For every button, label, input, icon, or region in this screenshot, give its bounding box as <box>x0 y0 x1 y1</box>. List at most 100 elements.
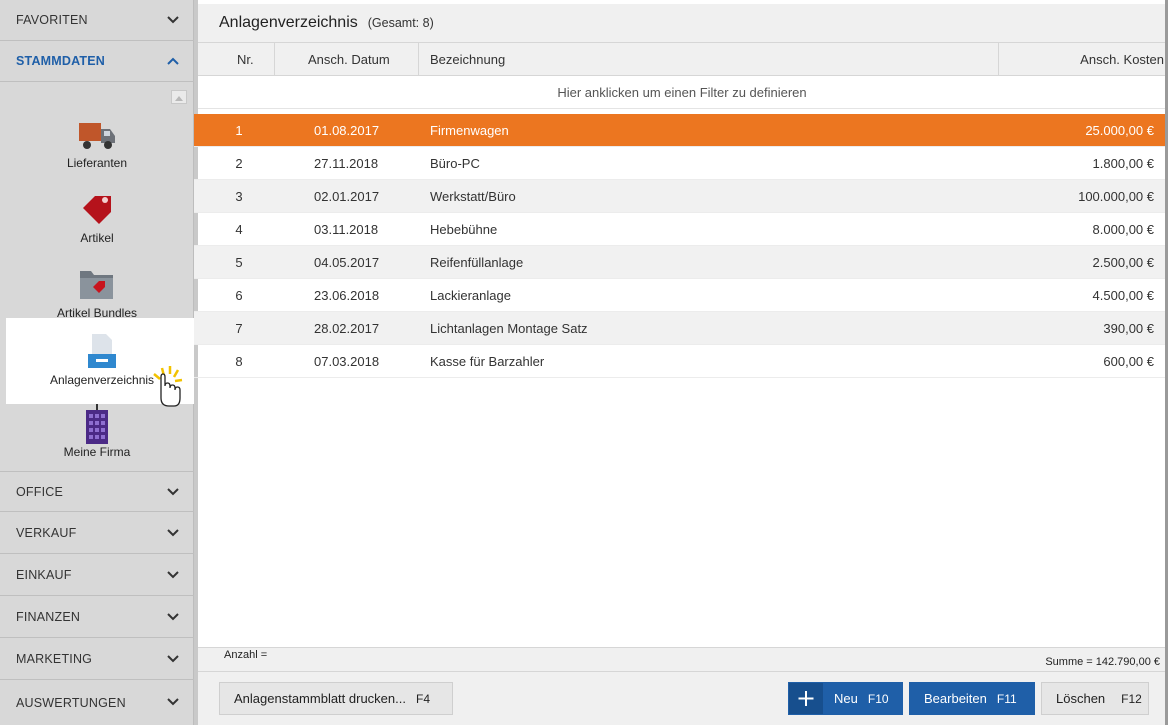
column-divider <box>998 43 999 76</box>
column-divider <box>418 43 419 76</box>
cell-datum: 01.08.2017 <box>314 123 380 138</box>
cell-kosten: 100.000,00 € <box>1078 189 1154 204</box>
cell-bezeichnung: Kasse für Barzahler <box>430 354 545 369</box>
section-finanzen[interactable]: FINANZEN <box>0 597 194 638</box>
cell-nr: 8 <box>235 354 243 369</box>
sidebar-item-label: Meine Firma <box>63 445 131 459</box>
section-favoriten[interactable]: FAVORITEN <box>0 0 194 41</box>
sidebar-item-artikel[interactable]: Artikel <box>0 187 194 262</box>
sidebar-item-meine-firma[interactable]: Meine Firma <box>0 404 194 479</box>
cell-datum: 28.02.2017 <box>314 321 380 336</box>
button-label: Neu <box>834 691 858 706</box>
cell-datum: 04.05.2017 <box>314 255 380 270</box>
edit-button[interactable]: Bearbeiten F11 <box>909 682 1035 715</box>
page-header: Anlagenverzeichnis (Gesamt: 8) <box>198 4 1166 42</box>
cell-bezeichnung: Werkstatt/Büro <box>430 189 516 204</box>
button-label: Anlagenstammblatt drucken... <box>234 691 406 706</box>
section-label: EINKAUF <box>16 568 72 582</box>
cell-nr: 3 <box>235 189 243 204</box>
cell-kosten: 390,00 € <box>1103 321 1154 336</box>
truck-icon <box>79 123 115 149</box>
section-label: VERKAUF <box>16 526 77 540</box>
table-row[interactable]: 8 07.03.2018 Kasse für Barzahler 600,00 … <box>194 345 1166 378</box>
shortcut-key: F4 <box>415 691 430 706</box>
delete-button[interactable]: Löschen F12 <box>1041 682 1149 715</box>
cell-kosten: 1.800,00 € <box>1092 156 1154 171</box>
table-row[interactable]: 7 28.02.2017 Lichtanlagen Montage Satz 3… <box>194 312 1166 345</box>
page-title: Anlagenverzeichnis <box>219 14 358 31</box>
column-header-nr[interactable]: Nr. <box>237 43 254 76</box>
cell-bezeichnung: Reifenfüllanlage <box>430 255 524 270</box>
chevron-down-icon <box>167 529 179 537</box>
chevron-down-icon <box>167 16 179 24</box>
column-header-bezeichnung[interactable]: Bezeichnung <box>430 43 505 76</box>
section-stammdaten[interactable]: STAMMDATEN <box>0 41 194 82</box>
sidebar-item-label: Lieferanten <box>66 156 128 170</box>
arrow-up-icon <box>175 96 183 101</box>
table-row[interactable]: 2 27.11.2018 Büro-PC 1.800,00 € <box>194 147 1166 180</box>
shortcut-key: F11 <box>996 691 1017 706</box>
record-count: (Gesamt: 8) <box>367 16 434 30</box>
cell-datum: 23.06.2018 <box>314 288 380 303</box>
shortcut-key: F12 <box>1121 691 1142 706</box>
chevron-down-icon <box>167 571 179 579</box>
section-auswertungen[interactable]: AUSWERTUNGEN <box>0 681 194 725</box>
cell-nr: 2 <box>235 156 243 171</box>
button-bar: Anlagenstammblatt drucken... F4 Neu F10 … <box>198 672 1166 725</box>
cell-bezeichnung: Lichtanlagen Montage Satz <box>430 321 588 336</box>
section-label: MARKETING <box>16 652 93 666</box>
filter-row[interactable]: Hier anklicken um einen Filter zu defini… <box>198 76 1166 109</box>
sidebar-item-lieferanten[interactable]: Lieferanten <box>0 112 194 187</box>
section-label: STAMMDATEN <box>16 54 106 68</box>
column-header-kosten[interactable]: Ansch. Kosten <box>1080 43 1164 76</box>
table-row[interactable]: 5 04.05.2017 Reifenfüllanlage 2.500,00 € <box>194 246 1166 279</box>
button-label: Bearbeiten <box>924 691 987 706</box>
table-row[interactable]: 4 03.11.2018 Hebebühne 8.000,00 € <box>194 213 1166 246</box>
main-panel: Anlagenverzeichnis (Gesamt: 8) Nr. Ansch… <box>194 0 1168 725</box>
cell-kosten: 2.500,00 € <box>1092 255 1154 270</box>
cell-nr: 7 <box>235 321 243 336</box>
grid-footer: Anzahl = Summe = 142.790,00 € <box>198 647 1166 672</box>
table-row[interactable]: 3 02.01.2017 Werkstatt/Büro 100.000,00 € <box>194 180 1166 213</box>
cell-datum: 02.01.2017 <box>314 189 380 204</box>
section-office[interactable]: OFFICE <box>0 471 194 512</box>
cell-nr: 4 <box>235 222 243 237</box>
section-label: OFFICE <box>16 484 64 499</box>
cell-bezeichnung: Hebebühne <box>430 222 498 237</box>
print-asset-sheet-button[interactable]: Anlagenstammblatt drucken... F4 <box>219 682 453 715</box>
plus-icon <box>789 683 823 714</box>
section-marketing[interactable]: MARKETING <box>0 639 194 680</box>
cell-kosten: 4.500,00 € <box>1092 288 1154 303</box>
cell-datum: 07.03.2018 <box>314 354 380 369</box>
document-tray-icon <box>88 334 116 368</box>
cell-bezeichnung: Lackieranlage <box>430 288 511 303</box>
cell-kosten: 8.000,00 € <box>1092 222 1154 237</box>
sidebar-item-anlagenverzeichnis[interactable]: Anlagenverzeichnis <box>6 318 198 407</box>
section-label: FAVORITEN <box>16 13 88 27</box>
sidebar-item-label: Artikel <box>80 231 114 245</box>
cell-bezeichnung: Firmenwagen <box>430 123 509 138</box>
footer-count: Anzahl = <box>224 649 268 661</box>
scroll-up-button[interactable] <box>171 90 187 104</box>
cell-nr: 5 <box>235 255 243 270</box>
footer-sum: Summe = 142.790,00 € <box>1045 656 1160 668</box>
column-header-datum[interactable]: Ansch. Datum <box>308 43 390 76</box>
grid-header: Nr. Ansch. Datum Bezeichnung Ansch. Kost… <box>198 42 1166 76</box>
table-row[interactable]: 1 01.08.2017 Firmenwagen 25.000,00 € <box>194 114 1166 147</box>
column-divider <box>274 43 275 76</box>
new-button[interactable]: Neu F10 <box>788 682 903 715</box>
section-einkauf[interactable]: EINKAUF <box>0 555 194 596</box>
chevron-down-icon <box>167 613 179 621</box>
section-verkauf[interactable]: VERKAUF <box>0 513 194 554</box>
table-row[interactable]: 6 23.06.2018 Lackieranlage 4.500,00 € <box>194 279 1166 312</box>
button-label: Löschen <box>1056 691 1106 706</box>
grid-body: 1 01.08.2017 Firmenwagen 25.000,00 € 2 2… <box>194 114 1166 378</box>
cell-bezeichnung: Büro-PC <box>430 156 480 171</box>
cell-nr: 1 <box>235 123 243 138</box>
cell-datum: 27.11.2018 <box>314 156 379 171</box>
section-label: AUSWERTUNGEN <box>16 696 126 710</box>
sidebar-item-label: Anlagenverzeichnis <box>49 373 155 387</box>
shortcut-key: F10 <box>867 691 889 706</box>
cell-kosten: 25.000,00 € <box>1085 123 1154 138</box>
cell-datum: 03.11.2018 <box>314 222 379 237</box>
